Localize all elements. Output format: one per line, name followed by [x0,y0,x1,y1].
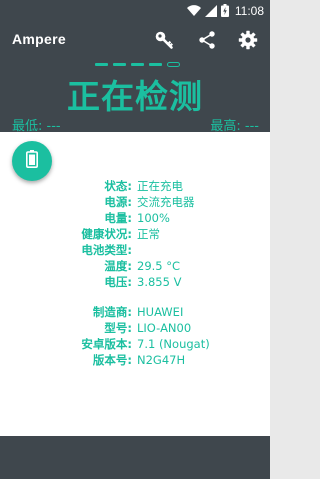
level-value: 100% [137,211,170,225]
battery-fab-button[interactable] [12,141,52,181]
voltage-value: 3.855 V [137,275,182,289]
android-version-value: 7.1 (Nougat) [137,337,210,351]
info-row-battery-type: 电池类型: [0,242,270,258]
info-row-build-number: 版本号: N2G47H [0,352,270,368]
info-row-status: 状态: 正在充电 [0,178,270,194]
waveform-dash [95,63,108,66]
model-value: LIO-AN00 [137,321,192,335]
health-value: 正常 [137,227,160,241]
android-version-label: 安卓版本: [81,337,132,351]
status-bar: 11:08 [0,0,270,22]
status-label: 状态: [104,179,132,193]
status-time: 11:08 [234,4,264,18]
current-waveform [95,62,180,67]
app-header: Ampere 正在检测 最低: --- 最高: --- [0,22,270,134]
model-label: 型号: [104,321,132,335]
waveform-dash [149,63,162,66]
health-label: 健康状况: [81,227,132,241]
share-icon[interactable] [195,28,219,52]
info-row-power-source: 电源: 交流充电器 [0,194,270,210]
info-row-health: 健康状况: 正常 [0,226,270,242]
info-row-model: 型号: LIO-AN00 [0,320,270,336]
power-source-label: 电源: [104,195,132,209]
voltage-label: 电压: [104,275,132,289]
key-icon[interactable] [152,28,176,52]
power-source-value: 交流充电器 [137,195,195,209]
battery-type-label: 电池类型: [81,243,132,257]
battery-icon [26,150,38,172]
bottom-navigation-bar [0,436,270,479]
build-number-label: 版本号: [92,353,132,367]
temperature-value: 29.5 °C [137,259,181,273]
manufacturer-value: HUAWEI [137,305,184,319]
status-icons: 11:08 [186,2,264,21]
waveform-dash [113,63,126,66]
waveform-ring [167,62,180,67]
app-title: Ampere [12,31,66,47]
build-number-value: N2G47H [137,353,186,367]
info-row-level: 电量: 100% [0,210,270,226]
wifi-icon [186,2,201,21]
info-row-manufacturer: 制造商: HUAWEI [0,304,270,320]
level-label: 电量: [104,211,132,225]
temperature-label: 温度: [104,259,132,273]
manufacturer-label: 制造商: [92,305,132,319]
info-row-temperature: 温度: 29.5 °C [0,258,270,274]
waveform-dash [131,63,144,66]
info-row-android-version: 安卓版本: 7.1 (Nougat) [0,336,270,352]
signal-icon [204,2,217,21]
measuring-status: 正在检测 [67,77,203,116]
info-row-voltage: 电压: 3.855 V [0,274,270,290]
battery-charging-icon [220,2,229,21]
status-value: 正在充电 [137,179,183,193]
settings-icon[interactable] [236,28,260,52]
